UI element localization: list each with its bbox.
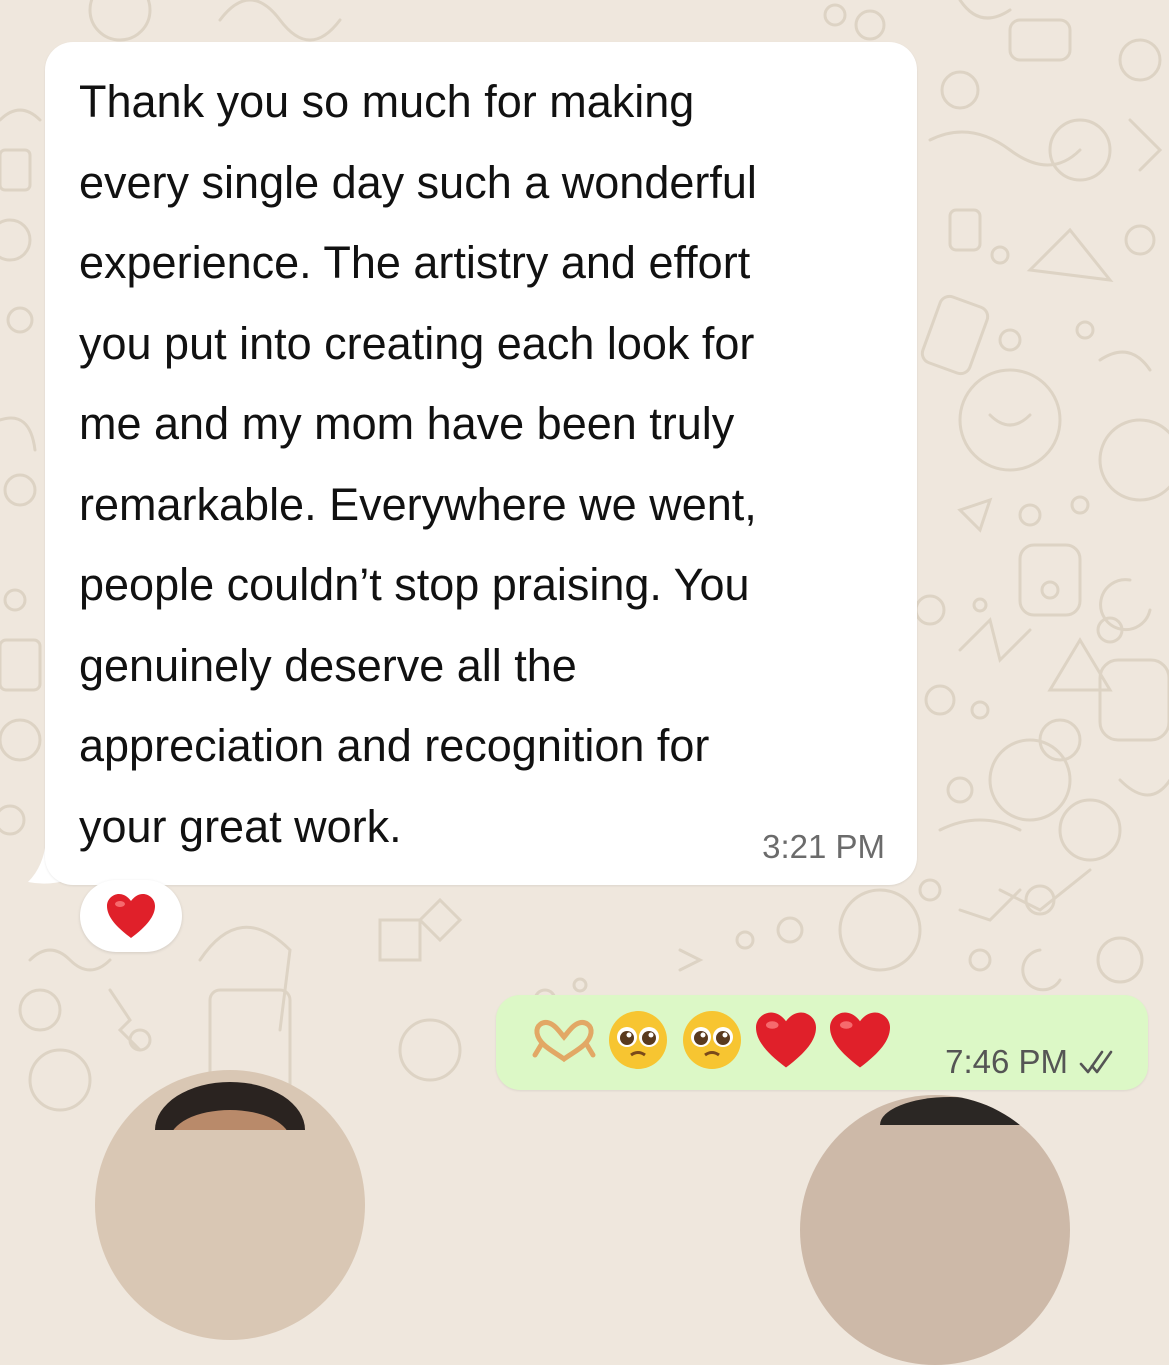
incoming-message-text: Thank you so much for making every singl… bbox=[79, 76, 757, 852]
message-reaction[interactable] bbox=[80, 880, 182, 952]
read-double-check-icon bbox=[1079, 1050, 1113, 1074]
avatar[interactable] bbox=[95, 1070, 365, 1340]
red-heart-emoji-icon bbox=[756, 1012, 816, 1068]
incoming-message-bubble[interactable]: Thank you so much for making every singl… bbox=[45, 42, 917, 885]
incoming-message-time: 3:21 PM bbox=[762, 828, 885, 865]
outgoing-message-time: 7:46 PM bbox=[945, 1043, 1068, 1080]
red-heart-emoji-icon bbox=[830, 1012, 890, 1068]
pleading-face-emoji-icon bbox=[609, 1011, 667, 1069]
outgoing-message-meta: 7:46 PM bbox=[945, 1043, 1116, 1081]
heart-hands-emoji-icon bbox=[532, 1020, 596, 1063]
pleading-face-emoji-icon bbox=[683, 1011, 741, 1069]
heart-emoji-icon bbox=[107, 894, 155, 938]
outgoing-emoji-row bbox=[531, 1005, 893, 1075]
outgoing-message-bubble[interactable]: 7:46 PM bbox=[496, 995, 1148, 1090]
avatar[interactable] bbox=[800, 1095, 1070, 1365]
